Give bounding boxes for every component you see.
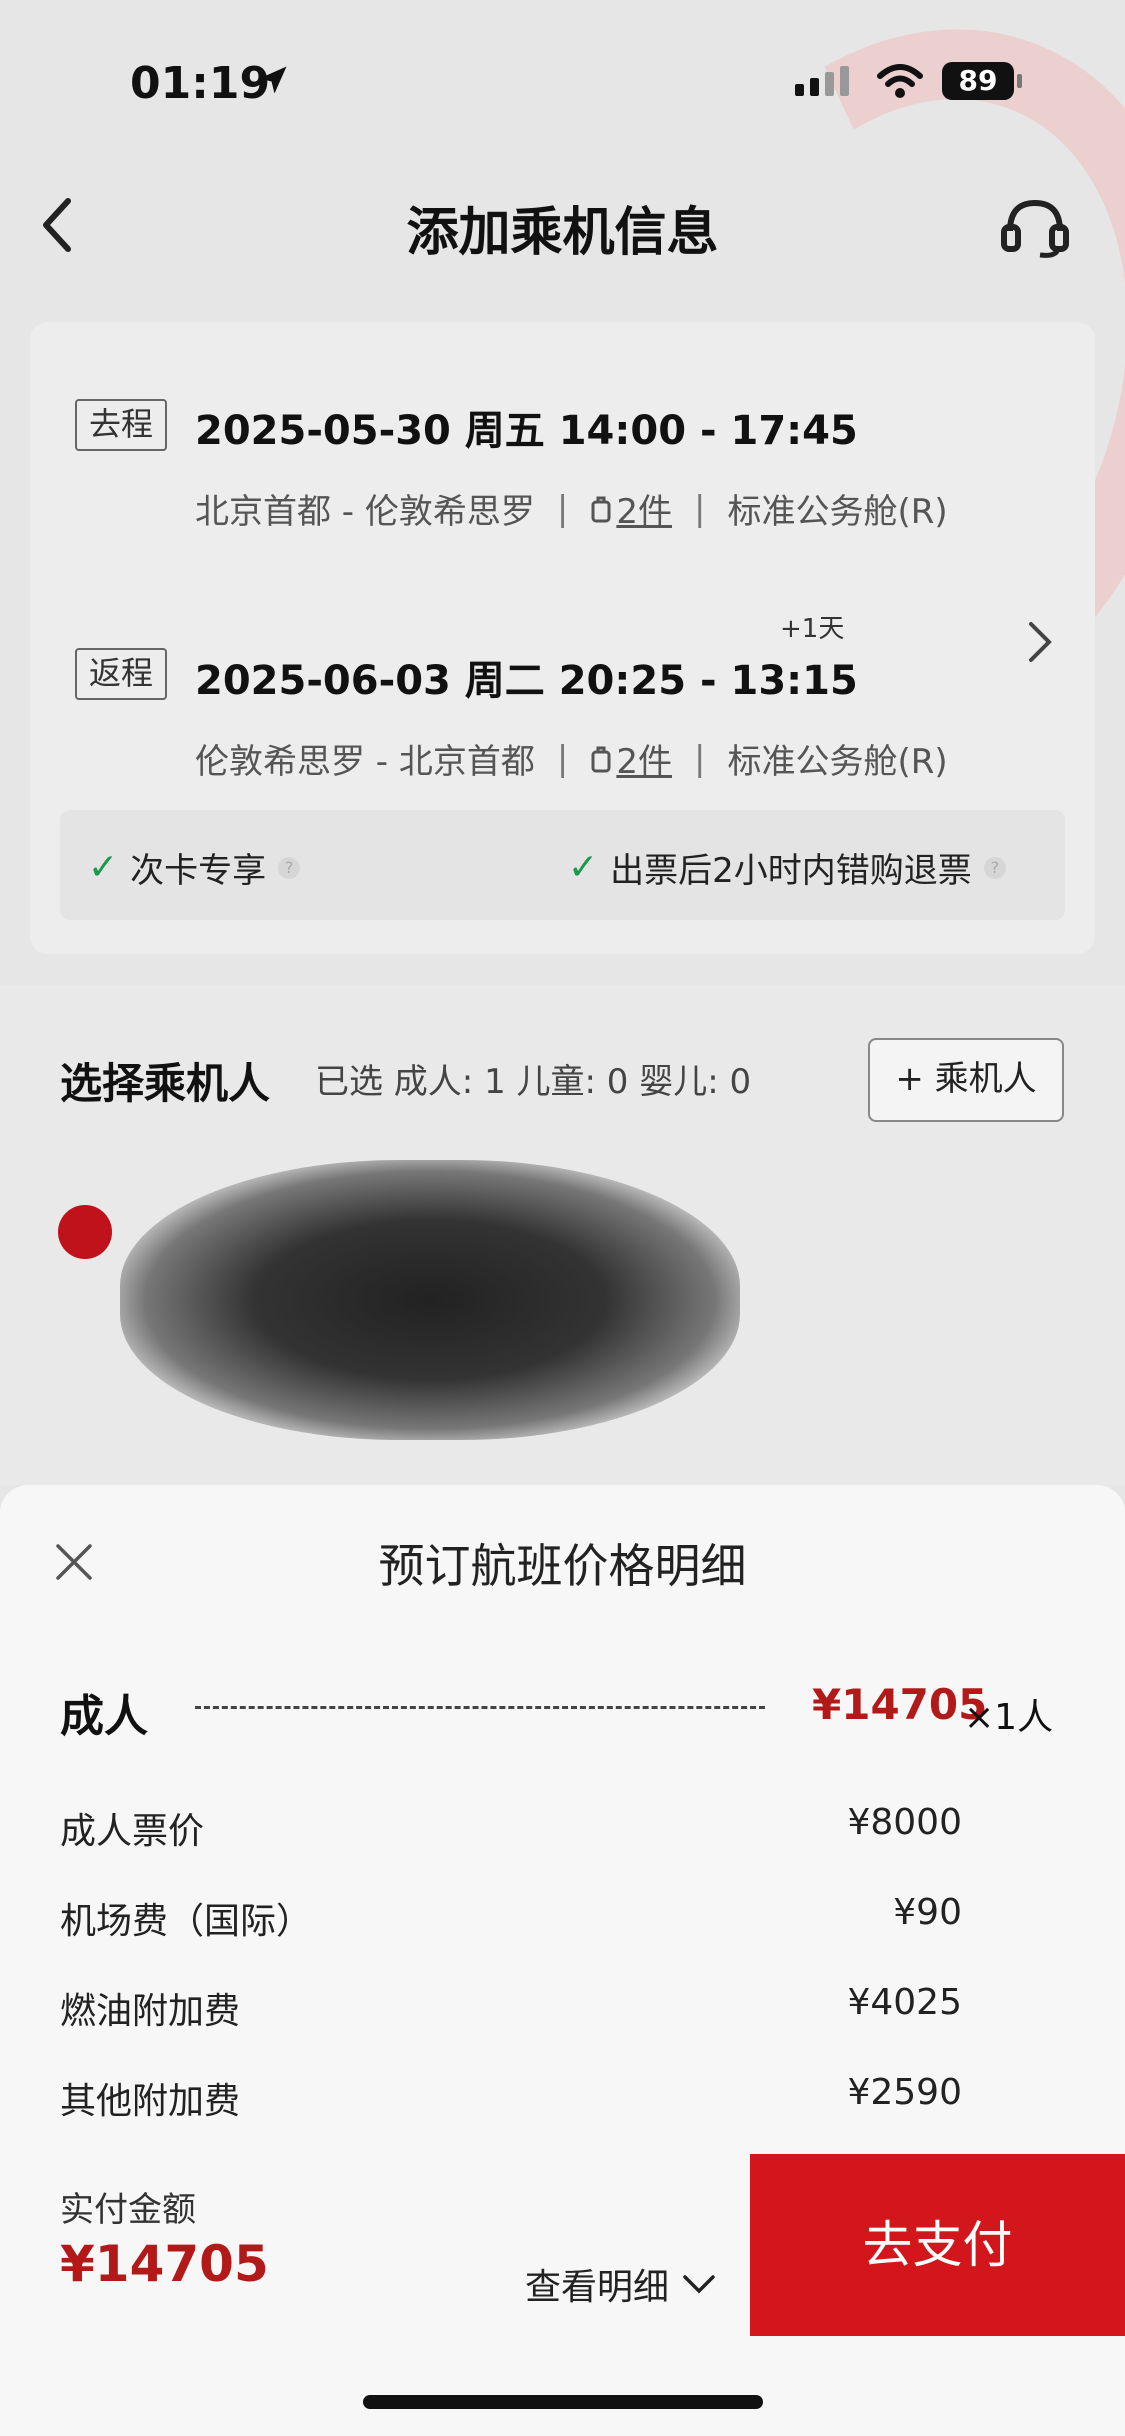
return-plus-day: +1天 [780,614,845,644]
adult-price: ¥14705 [812,1680,988,1729]
location-arrow-icon [259,66,287,94]
sheet-title: 预订航班价格明细 [378,1539,747,1593]
fare-item-label: 燃油附加费 [60,1991,241,2032]
outbound-details: 北京首都 - 伦敦希思罗 | 2件 | 标准公务舱(R) [195,484,948,533]
luggage-icon [591,496,611,522]
fare-item-label: 成人票价 [60,1811,205,1852]
perk-refund[interactable]: ✓ 出票后2小时内错购退票 ? [568,843,1006,892]
chevron-right-icon[interactable] [1025,620,1055,664]
fare-item-label: 机场费（国际） [60,1901,313,1942]
page-title: 添加乘机信息 [406,203,719,263]
help-icon[interactable]: ? [983,856,1006,879]
perk-label: 出票后2小时内错购退票 [610,851,972,891]
perk-label: 次卡专享 [130,851,267,891]
outbound-datetime: 2025-05-30 周五 14:00 - 17:45 [195,408,858,454]
wifi-icon [877,64,923,98]
passenger-section-title: 选择乘机人 [60,1059,271,1108]
check-icon: ✓ [88,847,119,888]
luggage-icon [591,746,611,772]
passenger-select-radio[interactable] [58,1205,112,1259]
check-icon: ✓ [568,847,599,888]
pay-total: ¥14705 [60,2235,269,2293]
passenger-selected-counts: 已选 成人: 1 儿童: 0 婴儿: 0 [315,1062,752,1102]
dashed-divider [195,1706,765,1709]
home-indicator[interactable] [363,2395,763,2409]
return-baggage[interactable]: 2件 [590,734,672,783]
cellular-signal-icon [795,66,849,96]
help-icon[interactable]: ? [278,856,301,879]
adult-quantity: ×1人 [964,1697,1054,1738]
fare-item-value: ¥4025 [847,1982,962,2023]
outbound-baggage-count: 2件 [616,492,672,532]
pay-button[interactable]: 去支付 [750,2154,1125,2336]
return-cabin: 标准公务舱(R) [727,742,948,782]
chevron-down-icon [683,2275,715,2294]
return-details: 伦敦希思罗 - 北京首都 | 2件 | 标准公务舱(R) [195,734,948,783]
outbound-cabin: 标准公务舱(R) [727,492,948,532]
fare-item-value: ¥8000 [847,1802,962,1843]
pay-amount-label: 实付金额 [60,2190,196,2230]
outbound-baggage[interactable]: 2件 [590,484,672,533]
battery-indicator: 89 [942,62,1022,100]
view-details-label: 查看明细 [525,2267,670,2308]
return-datetime: 2025-06-03 周二 20:25 - 13:15 [195,658,858,704]
customer-service-icon[interactable] [1000,195,1070,259]
redacted-passenger-info [120,1160,740,1440]
adult-label: 成人 [60,1691,148,1742]
status-time: 01:19 [130,58,271,109]
add-passenger-button[interactable]: + 乘机人 [868,1038,1064,1122]
outbound-route: 北京首都 - 伦敦希思罗 [195,492,535,532]
return-tag: 返程 [75,648,167,700]
return-baggage-count: 2件 [616,742,672,782]
fare-item-value: ¥90 [893,1892,962,1933]
perk-card-exclusive[interactable]: ✓ 次卡专享 ? [88,843,301,892]
fare-item-label: 其他附加费 [60,2081,241,2122]
view-details-link[interactable]: 查看明细 [525,2258,719,2310]
fare-item-value: ¥2590 [847,2072,962,2113]
return-route: 伦敦希思罗 - 北京首都 [195,742,535,782]
outbound-tag: 去程 [75,399,167,451]
